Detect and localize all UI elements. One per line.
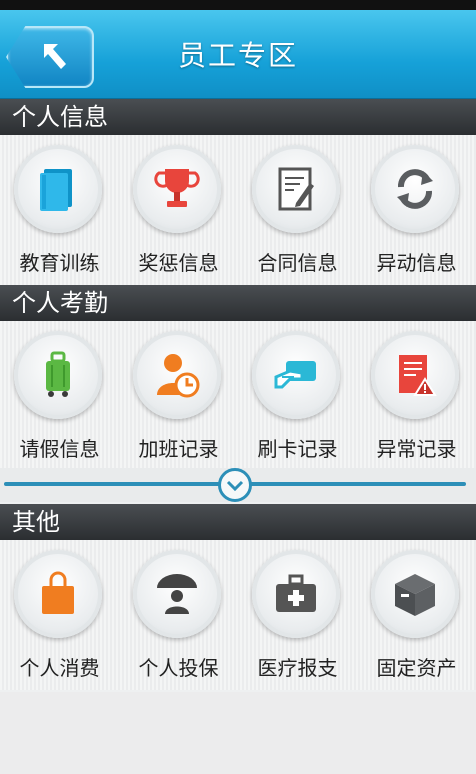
menu-item-label: 合同信息 — [257, 251, 338, 275]
card-swipe-icon — [274, 361, 316, 389]
chevron-down-icon — [226, 480, 244, 492]
menu-item-label: 个人消费 — [19, 656, 100, 680]
menu-item-label: 异动信息 — [376, 251, 457, 275]
menu-item-education[interactable]: 教育训练 — [0, 135, 119, 285]
menu-item-label: 个人投保 — [138, 656, 219, 680]
document-warning-icon — [399, 355, 437, 396]
refresh-icon — [397, 169, 433, 209]
menu-item-label: 固定资产 — [376, 656, 457, 680]
empty-area — [0, 692, 476, 774]
section-header-attendance: 个人考勤 — [0, 285, 476, 321]
menu-item-label: 医疗报支 — [257, 656, 338, 680]
status-bar — [0, 0, 476, 10]
luggage-icon — [46, 351, 70, 397]
menu-item-contract[interactable]: 合同信息 — [238, 135, 357, 285]
menu-item-label: 刷卡记录 — [257, 437, 338, 461]
grid-other: 个人消费 个人投保 医疗报支 固定资产 — [0, 540, 476, 690]
menu-item-label: 加班记录 — [138, 437, 219, 461]
trophy-icon — [154, 169, 200, 207]
menu-item-card-swipe[interactable]: 刷卡记录 — [238, 321, 357, 471]
expand-divider — [0, 468, 476, 502]
menu-item-label: 异常记录 — [376, 437, 457, 461]
app-header: 员工专区 — [0, 10, 476, 99]
icon-circle — [14, 145, 102, 233]
icon-circle — [371, 145, 459, 233]
expand-toggle-button[interactable] — [218, 468, 252, 502]
box-icon — [395, 574, 435, 616]
icon-circle — [371, 550, 459, 638]
overtime-clock-icon — [157, 354, 200, 398]
icon-circle — [252, 550, 340, 638]
grid-attendance: 请假信息 加班记录 刷卡记录 异常记录 — [0, 321, 476, 471]
icon-circle — [14, 550, 102, 638]
icon-circle — [133, 550, 221, 638]
menu-item-label: 教育训练 — [19, 251, 100, 275]
menu-item-fixed-assets[interactable]: 固定资产 — [357, 540, 476, 690]
menu-item-label: 请假信息 — [19, 437, 100, 461]
section-header-other: 其他 — [0, 504, 476, 540]
menu-item-rewards[interactable]: 奖惩信息 — [119, 135, 238, 285]
grid-personal-info: 教育训练 奖惩信息 合同信息 异动信息 — [0, 135, 476, 285]
icon-circle — [133, 145, 221, 233]
icon-circle — [252, 145, 340, 233]
medical-kit-icon — [276, 574, 316, 612]
menu-item-transfer[interactable]: 异动信息 — [357, 135, 476, 285]
contract-icon — [278, 167, 314, 211]
icon-circle — [133, 331, 221, 419]
books-icon — [40, 169, 72, 211]
icon-circle — [14, 331, 102, 419]
icon-circle — [252, 331, 340, 419]
menu-item-insurance[interactable]: 个人投保 — [119, 540, 238, 690]
section-header-personal-info: 个人信息 — [0, 99, 476, 135]
menu-item-label: 奖惩信息 — [138, 251, 219, 275]
umbrella-person-icon — [157, 574, 197, 614]
icon-circle — [371, 331, 459, 419]
shopping-bag-icon — [42, 571, 74, 614]
menu-item-leave[interactable]: 请假信息 — [0, 321, 119, 471]
menu-item-exception[interactable]: 异常记录 — [357, 321, 476, 471]
page-title: 员工专区 — [177, 39, 298, 72]
menu-item-overtime[interactable]: 加班记录 — [119, 321, 238, 471]
menu-item-medical[interactable]: 医疗报支 — [238, 540, 357, 690]
menu-item-consumption[interactable]: 个人消费 — [0, 540, 119, 690]
